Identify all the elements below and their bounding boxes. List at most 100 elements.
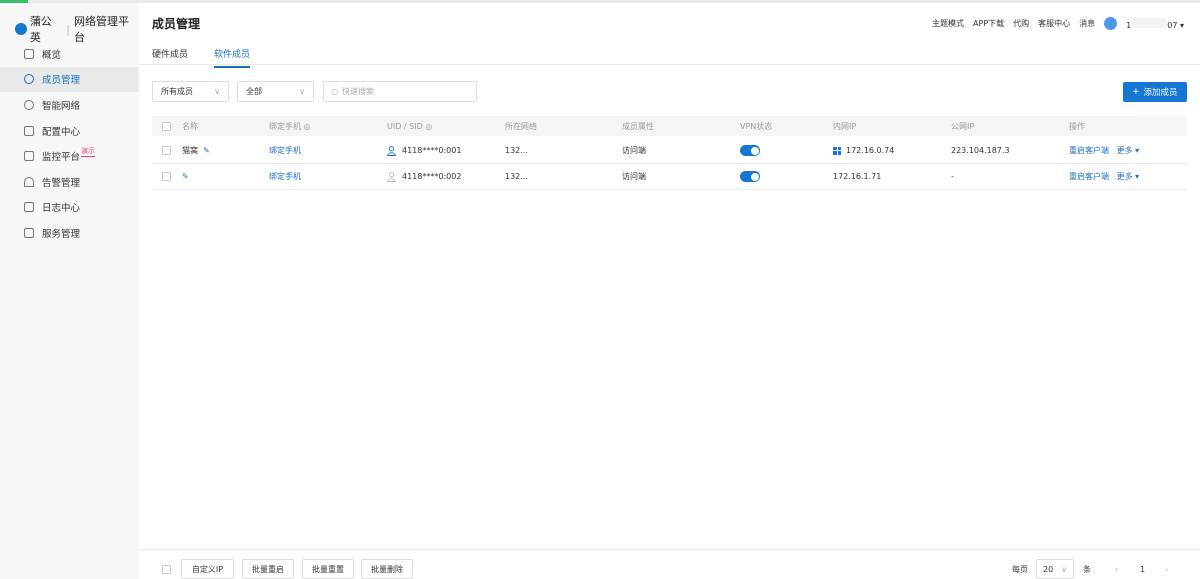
per-page-select[interactable]: 20 ∨	[1036, 559, 1074, 579]
sidebar-item-label: 成员管理	[42, 75, 81, 87]
support-link[interactable]: 客服中心	[1038, 18, 1070, 29]
member-name: 猫窝	[182, 146, 198, 155]
uid-value: 4118****0:001	[402, 146, 462, 155]
col-actions: 操作	[1069, 121, 1085, 131]
table-header: 名称 绑定手机 ◎ UID / SID ◎ 所在网络 成员属性 VPN状态 内网…	[152, 116, 1187, 136]
select-value: 所有成员	[161, 87, 193, 96]
search-input[interactable]: ○ 快速搜索	[323, 81, 477, 102]
sidebar-item-label: 智能网络	[42, 100, 81, 112]
grid-icon	[24, 125, 34, 136]
per-page-value: 20	[1043, 564, 1054, 574]
avatar[interactable]	[1104, 17, 1118, 30]
lan-ip-value: 172.16.1.71	[833, 172, 882, 181]
custom-ip-button[interactable]: 自定义IP	[181, 559, 234, 579]
sidebar-item-label: 概览	[42, 49, 62, 61]
sidebar-item-label: 告警管理	[42, 177, 81, 189]
chevron-down-icon: ∨	[299, 87, 305, 96]
status-filter-select[interactable]: 全部 ∨	[237, 81, 314, 102]
page-title: 成员管理	[152, 17, 201, 31]
sidebar-item-logs[interactable]: 日志中心	[0, 195, 139, 221]
batch-reset-button[interactable]: 批量重置	[302, 559, 354, 579]
col-public-ip: 公网IP	[951, 121, 975, 131]
divider	[139, 64, 1200, 65]
theme-mode-link[interactable]: 主题模式	[932, 18, 964, 29]
next-page-button[interactable]: ›	[1165, 559, 1168, 579]
edit-pencil-icon[interactable]: ✎	[203, 146, 210, 155]
sidebar-item-label: 日志中心	[42, 203, 81, 215]
sidebar-item-label: 监控平台	[42, 152, 81, 164]
bind-phone-link[interactable]: 绑定手机	[269, 138, 301, 163]
sidebar-item-config[interactable]: 配置中心	[0, 118, 139, 144]
restart-client-link[interactable]: 重启客户端	[1069, 145, 1109, 156]
bind-phone-link[interactable]: 绑定手机	[269, 164, 301, 189]
member-filter-select[interactable]: 所有成员 ∨	[152, 81, 229, 102]
bulk-action-bar: 自定义IP 批量重启 批量重置 批量删除 每页 20 ∨ 条 ‹ 1 ›	[139, 549, 1200, 579]
col-attribute: 成员属性	[622, 121, 654, 131]
attribute-value: 访问端	[622, 146, 646, 155]
chevron-down-icon: ∨	[1061, 564, 1067, 574]
sidebar-item-monitor[interactable]: 监控平台 演示	[0, 143, 139, 169]
more-dropdown[interactable]: 更多 ▾	[1117, 171, 1140, 182]
attribute-value: 访问端	[622, 172, 646, 181]
purchase-link[interactable]: 代购	[1013, 18, 1029, 29]
sidebar-item-alerts[interactable]: 告警管理	[0, 169, 139, 195]
main-content: 成员管理 主题模式 APP下载 代购 客服中心 消息 1 07 ▾ 硬件成员 软件…	[139, 3, 1200, 579]
col-uid: UID / SID ◎	[387, 121, 433, 131]
col-vpn: VPN状态	[740, 121, 773, 131]
sidebar-item-services[interactable]: 服务管理	[0, 220, 139, 246]
add-member-button[interactable]: + 添加成员	[1123, 82, 1187, 102]
user-menu[interactable]: 1 07 ▾	[1126, 17, 1184, 30]
page-number[interactable]: 1	[1140, 559, 1145, 579]
monitor-icon	[24, 151, 34, 162]
search-icon: ○	[331, 87, 338, 96]
col-name: 名称	[182, 121, 198, 131]
per-page-unit: 条	[1083, 564, 1091, 574]
add-member-label: 添加成员	[1143, 88, 1178, 98]
network-value: 132...	[505, 172, 528, 181]
user-offline-icon	[387, 171, 396, 182]
restart-client-link[interactable]: 重启客户端	[1069, 171, 1109, 182]
demo-badge: 演示	[81, 146, 96, 157]
network-value: 132...	[505, 146, 528, 155]
uid-value: 4118****0:002	[402, 172, 462, 181]
edit-pencil-icon[interactable]: ✎	[182, 172, 189, 181]
vpn-toggle[interactable]	[740, 145, 760, 156]
eye-icon[interactable]: ◎	[304, 122, 311, 131]
select-all-bottom-checkbox[interactable]	[162, 565, 171, 574]
table-row: ✎ 绑定手机 4118****0:002 132... 访问端 172.16.1…	[152, 164, 1187, 190]
batch-restart-button[interactable]: 批量重启	[242, 559, 294, 579]
caret-down-icon: ▾	[1179, 20, 1184, 30]
row-checkbox[interactable]	[162, 146, 171, 155]
top-links: 主题模式 APP下载 代购 客服中心 消息 1 07 ▾	[932, 17, 1184, 30]
more-dropdown[interactable]: 更多 ▾	[1117, 145, 1140, 156]
messages-link[interactable]: 消息	[1079, 18, 1095, 29]
network-icon	[24, 99, 34, 110]
col-network: 所在网络	[505, 121, 537, 131]
sidebar-item-members[interactable]: 成员管理	[0, 66, 139, 93]
clipboard-icon	[24, 202, 34, 213]
eye-icon[interactable]: ◎	[425, 122, 432, 131]
col-phone: 绑定手机 ◎	[269, 121, 311, 131]
vpn-toggle[interactable]	[740, 171, 760, 182]
prev-page-button[interactable]: ‹	[1115, 559, 1118, 579]
sidebar: 蒲公英 | 网络管理平台 概览 成员管理 智能网络 配置中心 监控平台 演示 告警…	[0, 3, 139, 579]
public-ip-value: 223.104.187.3	[951, 146, 1010, 155]
select-all-checkbox[interactable]	[162, 121, 171, 131]
batch-delete-button[interactable]: 批量删除	[361, 559, 413, 579]
sidebar-item-overview[interactable]: 概览	[0, 41, 139, 67]
table-row: 猫窝 ✎ 绑定手机 4118****0:001 132... 访问端 172.1…	[152, 138, 1187, 164]
row-checkbox[interactable]	[162, 172, 171, 181]
col-lan-ip: 内网IP	[833, 121, 857, 131]
per-page-label: 每页	[1012, 564, 1028, 574]
username-suffix: 07	[1167, 20, 1178, 30]
search-placeholder: 快速搜索	[341, 87, 374, 96]
user-online-icon	[387, 145, 396, 156]
logo-icon	[15, 23, 27, 35]
lan-ip-value: 172.16.0.74	[846, 146, 895, 155]
members-table: 名称 绑定手机 ◎ UID / SID ◎ 所在网络 成员属性 VPN状态 内网…	[152, 116, 1187, 190]
document-icon	[24, 227, 34, 238]
home-icon	[24, 48, 34, 59]
layers-icon	[24, 74, 34, 85]
app-download-link[interactable]: APP下载	[973, 18, 1004, 29]
sidebar-item-smart-network[interactable]: 智能网络	[0, 92, 139, 118]
